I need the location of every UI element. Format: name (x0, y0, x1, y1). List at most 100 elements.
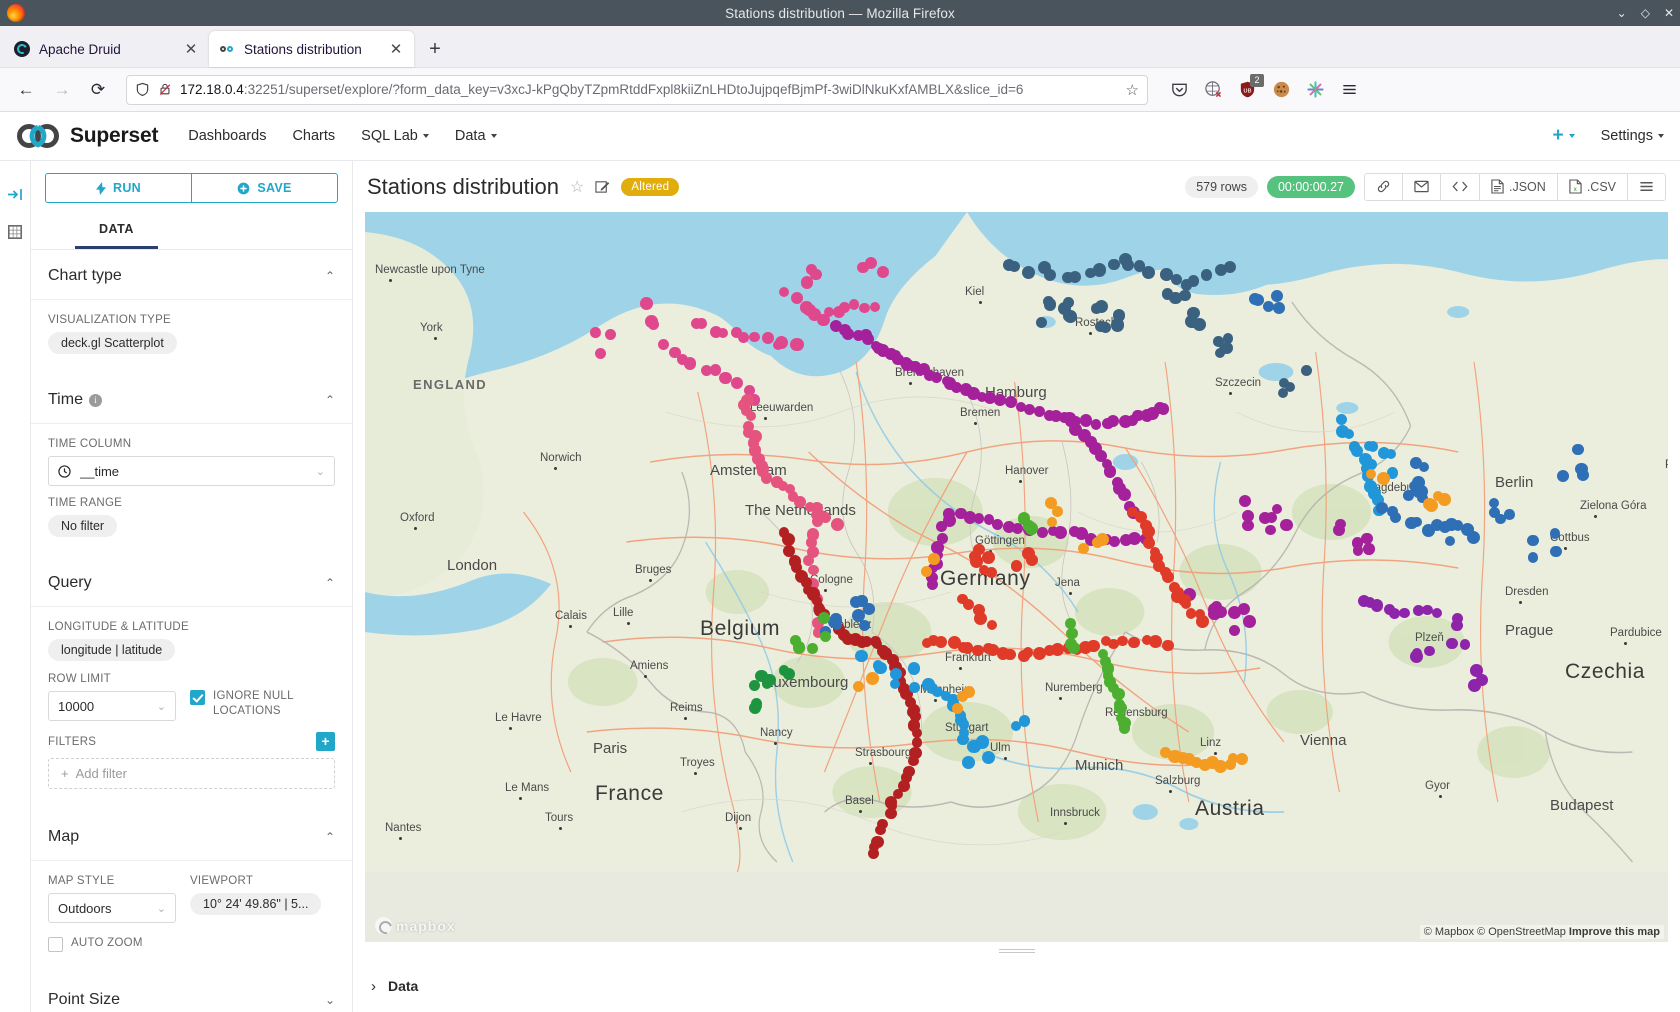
settings-menu[interactable]: Settings (1601, 128, 1664, 144)
tab-data[interactable]: DATA (75, 213, 158, 249)
scatter-point[interactable] (1024, 404, 1035, 415)
scatter-point[interactable] (1550, 528, 1560, 538)
scatter-point[interactable] (908, 756, 918, 766)
scatter-point[interactable] (1363, 543, 1375, 555)
scatter-point[interactable] (969, 551, 981, 563)
scatter-point[interactable] (605, 329, 616, 340)
more-menu-button[interactable] (1628, 174, 1665, 200)
ignore-null-locations-checkbox[interactable] (190, 690, 205, 705)
reload-button[interactable]: ⟳ (82, 74, 114, 106)
scatter-point[interactable] (1280, 519, 1293, 532)
section-header-map[interactable]: Map ⌃ (31, 811, 352, 861)
scatter-point[interactable] (962, 756, 975, 769)
section-header-query[interactable]: Query ⌃ (31, 557, 352, 607)
scatter-point[interactable] (908, 662, 920, 674)
app-menu-icon[interactable] (1338, 79, 1360, 101)
scatter-point[interactable] (849, 299, 859, 309)
scatter-point[interactable] (1052, 506, 1063, 517)
time-range-value[interactable]: No filter (48, 515, 117, 537)
scatter-point[interactable] (1063, 297, 1074, 308)
scatter-point[interactable] (807, 643, 817, 653)
scatter-point[interactable] (1432, 608, 1442, 618)
scatter-point[interactable] (957, 691, 968, 702)
scatter-point[interactable] (719, 372, 732, 385)
scatter-point[interactable] (1301, 365, 1312, 376)
scatter-point[interactable] (1446, 638, 1457, 649)
section-header-chart-type[interactable]: Chart type ⌃ (31, 250, 352, 300)
auto-zoom-checkbox[interactable] (48, 937, 63, 952)
scatter-point[interactable] (1096, 533, 1109, 546)
scatter-point[interactable] (982, 551, 995, 564)
scatter-point[interactable] (873, 660, 884, 671)
scatter-point[interactable] (868, 848, 879, 859)
scatter-point[interactable] (1104, 465, 1116, 477)
nav-item-charts[interactable]: Charts (292, 128, 335, 144)
scatter-point[interactable] (1229, 625, 1240, 636)
scatter-point[interactable] (866, 672, 879, 685)
new-item-button[interactable]: + (1552, 125, 1574, 147)
scatter-point[interactable] (1214, 606, 1226, 618)
export-json-button[interactable]: .JSON (1480, 174, 1558, 200)
scatter-point[interactable] (779, 287, 789, 297)
scatter-point[interactable] (1575, 463, 1588, 476)
scatter-point[interactable] (1093, 263, 1106, 276)
scatter-point[interactable] (1272, 504, 1282, 514)
scatter-point[interactable] (1142, 266, 1155, 279)
lonlat-value[interactable]: longitude | latitude (48, 639, 175, 661)
scatter-point[interactable] (696, 318, 707, 329)
scatter-point[interactable] (952, 703, 963, 714)
scatter-point[interactable] (1051, 643, 1064, 656)
scatter-point[interactable] (875, 825, 885, 835)
scatter-point[interactable] (890, 679, 900, 689)
edit-properties-icon[interactable] (595, 179, 610, 194)
browser-tab-apache-druid[interactable]: Apache Druid ✕ (4, 31, 209, 67)
shield-icon[interactable] (135, 82, 150, 98)
scatter-point[interactable] (1158, 403, 1169, 414)
improve-map-link[interactable]: Improve this map (1569, 926, 1660, 938)
scatter-point[interactable] (1114, 702, 1126, 714)
email-button[interactable] (1403, 174, 1441, 200)
scatter-point[interactable] (590, 327, 601, 338)
visualization-type-value[interactable]: deck.gl Scatterplot (48, 332, 177, 354)
scatter-point[interactable] (783, 668, 795, 680)
scatter-point[interactable] (928, 553, 939, 564)
scatter-point[interactable] (1117, 636, 1127, 646)
nav-item-data[interactable]: Data (455, 128, 497, 144)
scatter-point[interactable] (857, 262, 869, 274)
superset-brand[interactable]: Superset (16, 124, 158, 148)
time-column-select[interactable]: __time ⌄ (48, 456, 335, 486)
scatter-point[interactable] (1019, 715, 1030, 726)
scatter-point[interactable] (1572, 444, 1584, 456)
add-filter-dropzone[interactable]: + Add filter (48, 758, 335, 789)
new-tab-button[interactable]: + (420, 34, 450, 64)
scatter-point[interactable] (1095, 300, 1108, 313)
scatter-point[interactable] (1415, 485, 1428, 498)
section-header-time[interactable]: Time i ⌃ (31, 374, 352, 424)
scatter-point[interactable] (1460, 639, 1470, 649)
scatter-point[interactable] (820, 631, 831, 642)
deckgl-scatterplot-map[interactable]: KaliningradGdanskKielRostockGrudziądzSzc… (365, 212, 1668, 942)
scatter-point[interactable] (1119, 253, 1132, 266)
scatter-point[interactable] (1109, 536, 1120, 547)
scatter-point[interactable] (762, 332, 774, 344)
scatter-point[interactable] (1252, 294, 1264, 306)
scatter-point[interactable] (1037, 527, 1048, 538)
scatter-point[interactable] (1399, 608, 1409, 618)
export-csv-button[interactable]: x .CSV (1558, 174, 1628, 200)
scatter-point[interactable] (1386, 449, 1396, 459)
scatter-point[interactable] (1196, 615, 1209, 628)
scatter-point[interactable] (1201, 269, 1213, 281)
row-limit-select[interactable]: 10000 ⌄ (48, 691, 176, 721)
embed-code-button[interactable] (1441, 174, 1480, 200)
expand-panel-icon[interactable] (0, 175, 30, 213)
scatter-point[interactable] (1162, 640, 1174, 652)
nav-item-sql-lab[interactable]: SQL Lab (361, 128, 429, 144)
scatter-point[interactable] (1504, 509, 1515, 520)
scatter-point[interactable] (749, 680, 760, 691)
scatter-point[interactable] (987, 620, 997, 630)
address-bar[interactable]: 172.18.0.4:32251/superset/explore/?form_… (126, 75, 1148, 105)
tracking-protection-off-icon[interactable] (1202, 79, 1224, 101)
scatter-point[interactable] (974, 513, 984, 523)
scatter-point[interactable] (877, 266, 889, 278)
scatter-point[interactable] (994, 394, 1006, 406)
